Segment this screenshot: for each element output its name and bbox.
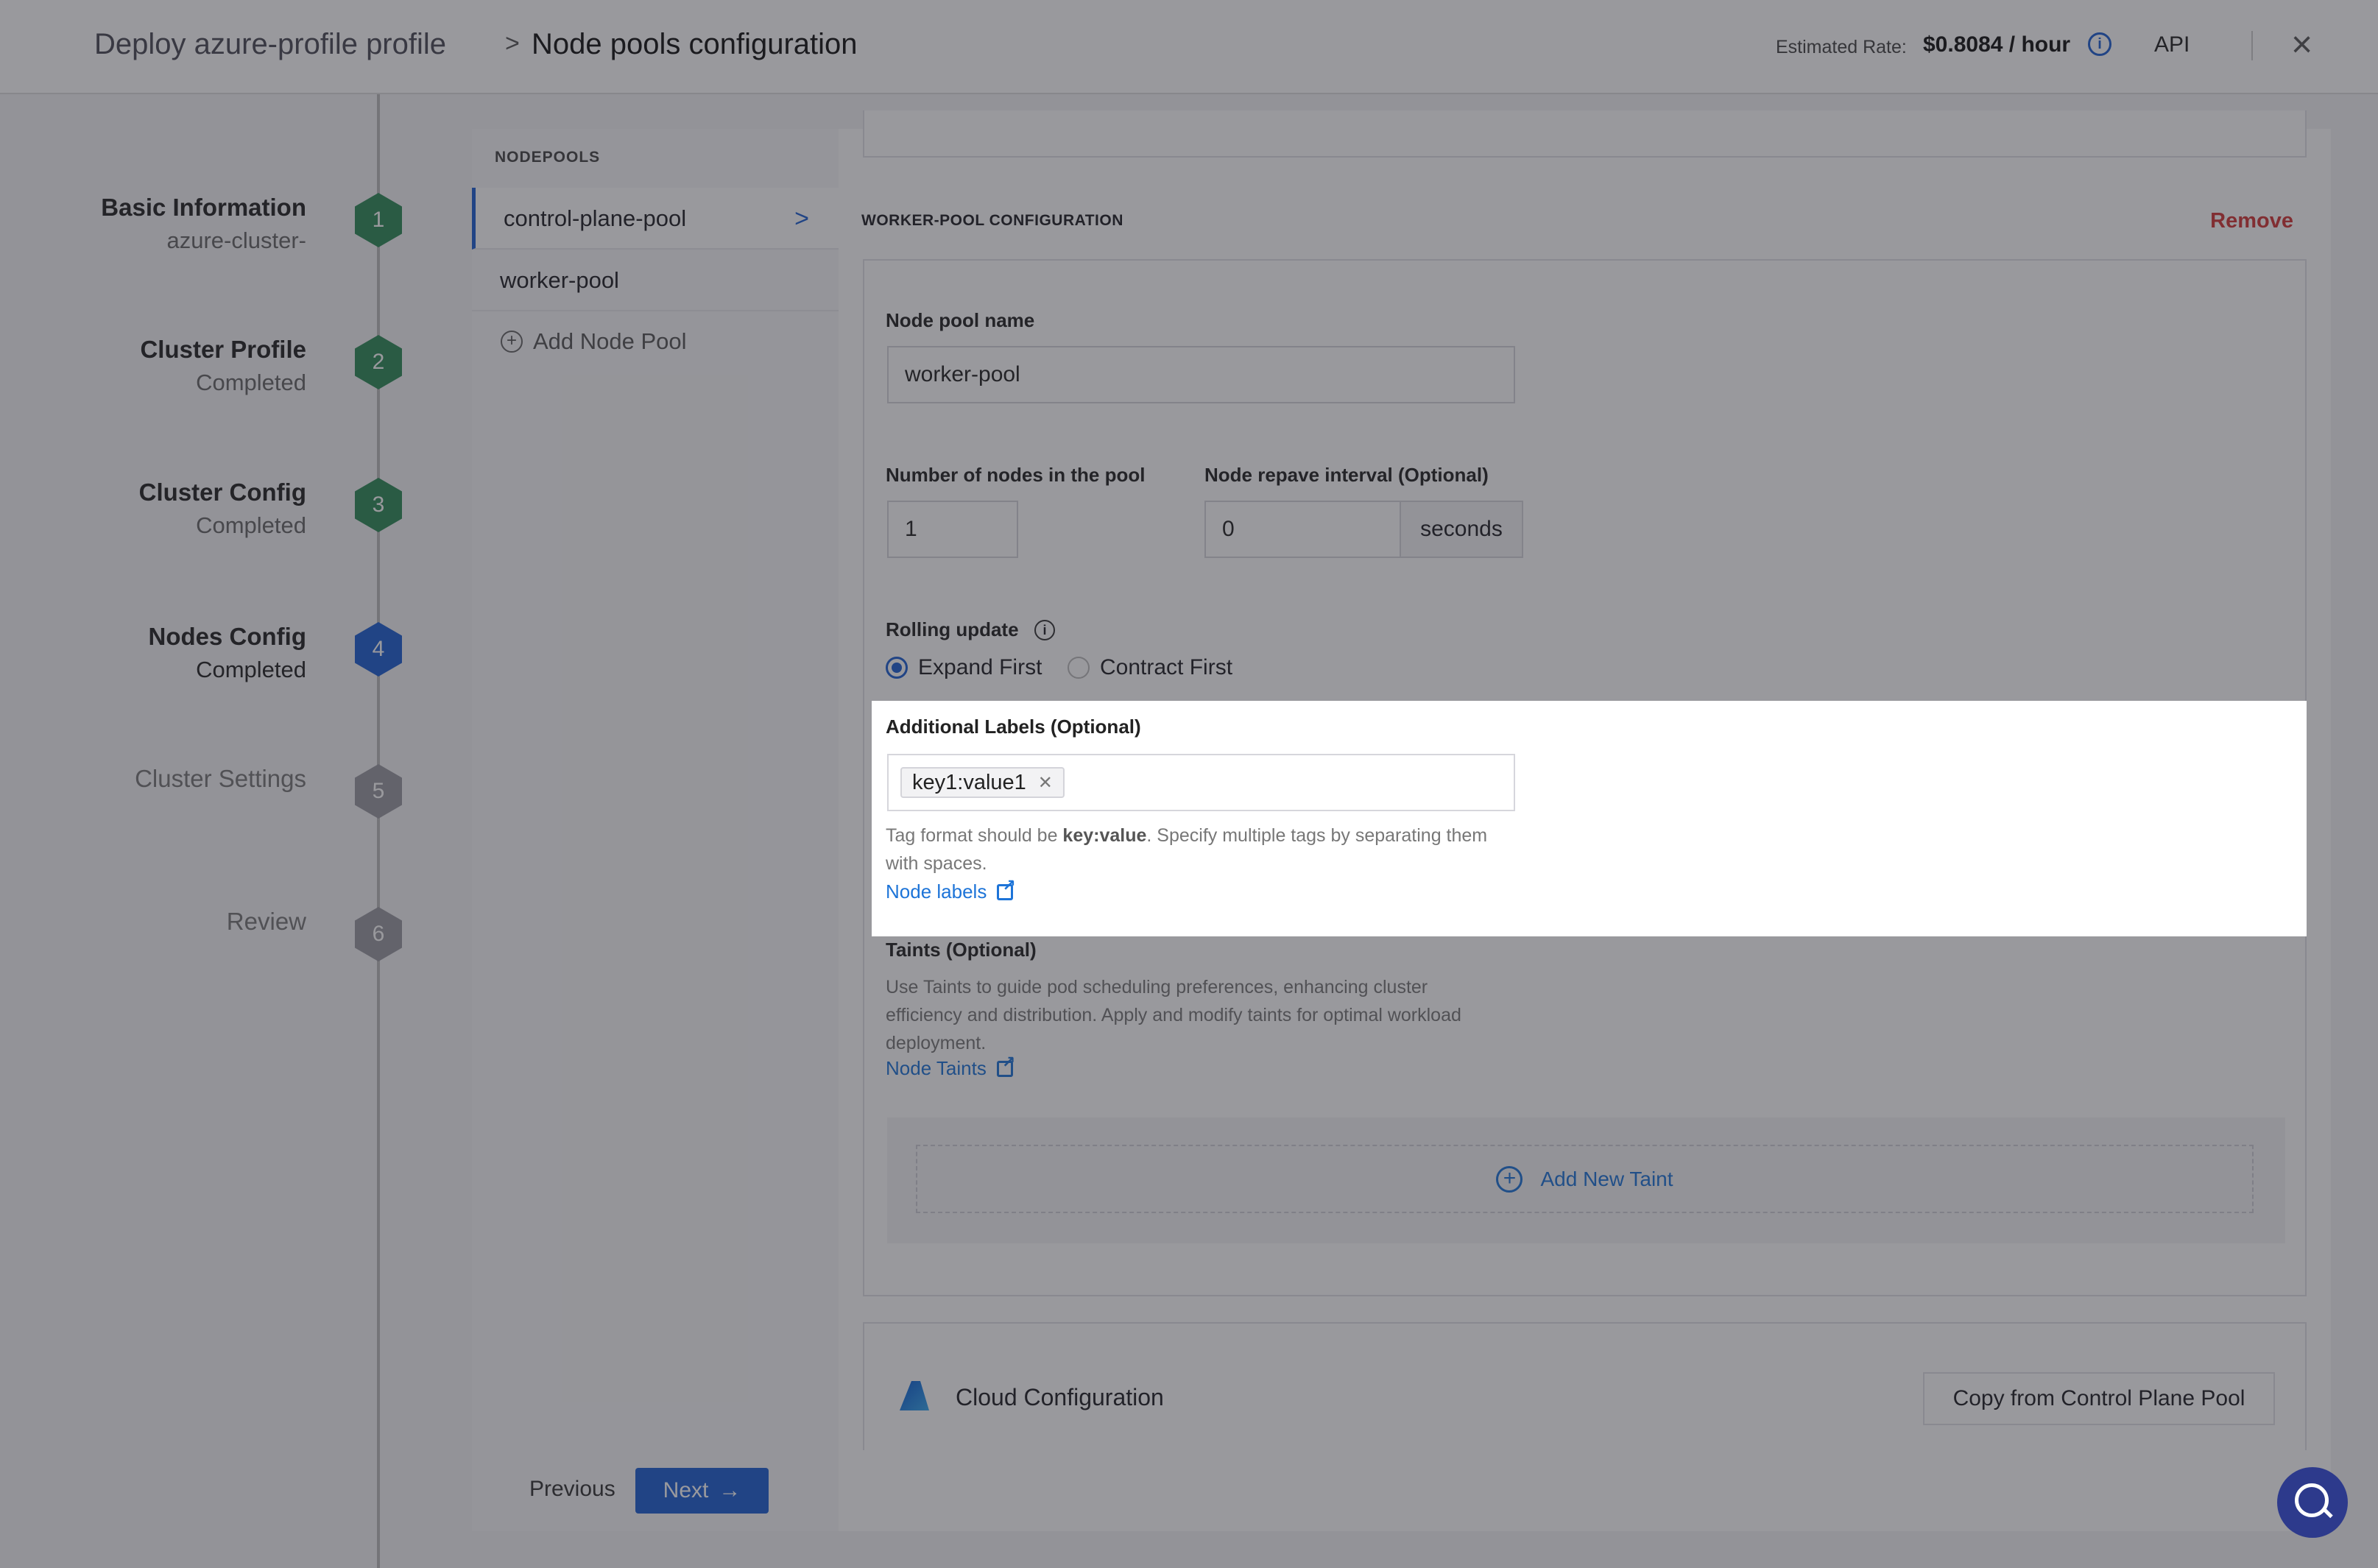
step-subtitle: Completed xyxy=(196,512,306,538)
breadcrumb-separator: > xyxy=(505,29,520,57)
node-labels-link[interactable]: Node labels xyxy=(886,876,1016,903)
info-icon[interactable]: i xyxy=(2088,32,2111,56)
node-taints-link[interactable]: Node Taints xyxy=(886,1053,1015,1080)
plus-circle-icon: + xyxy=(1496,1165,1523,1193)
link-label: Node labels xyxy=(886,880,987,903)
step-number-badge: 6 xyxy=(355,907,402,961)
radio-selected-icon xyxy=(886,657,908,679)
nodepool-item-worker-pool[interactable]: worker-pool xyxy=(472,250,839,311)
repave-unit-addon: seconds xyxy=(1400,501,1523,558)
close-icon[interactable]: × xyxy=(2291,22,2312,66)
link-label: Node Taints xyxy=(886,1057,987,1079)
section-title: WORKER-POOL CONFIGURATION xyxy=(861,212,1123,229)
node-pool-name-input[interactable]: worker-pool xyxy=(887,346,1515,403)
step-subtitle: azure-cluster- xyxy=(166,227,307,253)
tag-text: key1:value1 xyxy=(912,770,1026,794)
additional-labels-label: Additional Labels (Optional) xyxy=(886,716,1141,738)
add-node-pool-label: Add Node Pool xyxy=(533,328,687,354)
repave-interval-label: Node repave interval (Optional) xyxy=(1204,464,1489,486)
external-link-icon xyxy=(996,1053,1015,1077)
page-title: Node pools configuration xyxy=(532,28,858,60)
taints-label: Taints (Optional) xyxy=(886,939,1037,961)
plus-circle-icon: + xyxy=(501,331,523,353)
info-icon[interactable]: i xyxy=(1034,620,1055,640)
arrow-right-icon: → xyxy=(719,1478,741,1502)
step-title[interactable]: Nodes Config xyxy=(149,623,306,651)
next-label: Next xyxy=(663,1478,709,1502)
estimated-rate-label: Estimated Rate: xyxy=(1776,37,1907,57)
step-title[interactable]: Review xyxy=(227,908,306,936)
help-format: key:value xyxy=(1062,825,1147,846)
radio-label: Expand First xyxy=(918,655,1042,679)
api-button[interactable]: API xyxy=(2154,32,2190,57)
step-number-badge: 1 xyxy=(355,193,402,247)
divider xyxy=(2251,31,2253,60)
step-subtitle: Completed xyxy=(196,657,306,682)
nodepool-label: worker-pool xyxy=(500,267,619,293)
taints-help: Use Taints to guide pod scheduling prefe… xyxy=(886,977,1461,1053)
chevron-right-icon: > xyxy=(794,205,809,233)
label-tag: key1:value1 ✕ xyxy=(900,767,1065,798)
add-node-pool-button[interactable]: + Add Node Pool xyxy=(501,328,687,355)
radio-contract-first[interactable]: Contract First xyxy=(1068,655,1232,680)
add-taint-label: Add New Taint xyxy=(1540,1167,1673,1190)
nodepools-heading: NODEPOOLS xyxy=(495,149,601,166)
node-count-label: Number of nodes in the pool xyxy=(886,464,1146,486)
nodepool-item-control-plane-pool[interactable]: control-plane-pool > xyxy=(472,188,839,250)
previous-card xyxy=(863,110,2307,158)
next-button[interactable]: Next → xyxy=(635,1468,769,1514)
stepper-line xyxy=(377,94,380,1568)
nodepool-label: control-plane-pool xyxy=(504,205,687,231)
radio-unselected-icon xyxy=(1068,657,1090,679)
rolling-update-label: Rolling update xyxy=(886,618,1019,640)
step-subtitle: Completed xyxy=(196,370,306,395)
node-pool-name-label: Node pool name xyxy=(886,309,1035,331)
step-number-badge: 2 xyxy=(355,335,402,389)
radio-expand-first[interactable]: Expand First xyxy=(886,655,1042,680)
external-link-icon xyxy=(997,876,1016,900)
remove-button[interactable]: Remove xyxy=(2210,209,2293,233)
step-title[interactable]: Cluster Config xyxy=(139,478,306,506)
add-new-taint-button[interactable]: + Add New Taint xyxy=(916,1145,2254,1213)
step-number-badge: 4 xyxy=(355,622,402,677)
step-title[interactable]: Cluster Settings xyxy=(135,765,306,793)
step-number-badge: 5 xyxy=(355,764,402,819)
copy-from-control-plane-button[interactable]: Copy from Control Plane Pool xyxy=(1923,1372,2275,1425)
step-number-badge: 3 xyxy=(355,478,402,532)
step-title[interactable]: Cluster Profile xyxy=(140,336,306,364)
previous-button[interactable]: Previous xyxy=(529,1477,615,1502)
radio-label: Contract First xyxy=(1100,655,1233,679)
search-help-button[interactable] xyxy=(2277,1467,2348,1538)
help-text: Tag format should be xyxy=(886,825,1063,846)
repave-interval-input[interactable]: 0 xyxy=(1204,501,1401,558)
node-count-input[interactable]: 1 xyxy=(887,501,1018,558)
breadcrumb-parent[interactable]: Deploy azure-profile profile xyxy=(94,28,446,61)
additional-labels-input[interactable]: key1:value1 ✕ xyxy=(887,754,1515,811)
estimated-rate-value: $0.8084 / hour xyxy=(1923,32,2071,57)
step-title[interactable]: Basic Information xyxy=(101,194,306,222)
cloud-config-title: Cloud Configuration xyxy=(956,1384,1164,1410)
remove-tag-icon[interactable]: ✕ xyxy=(1038,772,1053,794)
additional-labels-section: Additional Labels (Optional) key1:value1… xyxy=(872,701,2307,936)
labels-help: Tag format should be key:value. Specify … xyxy=(886,822,1511,877)
